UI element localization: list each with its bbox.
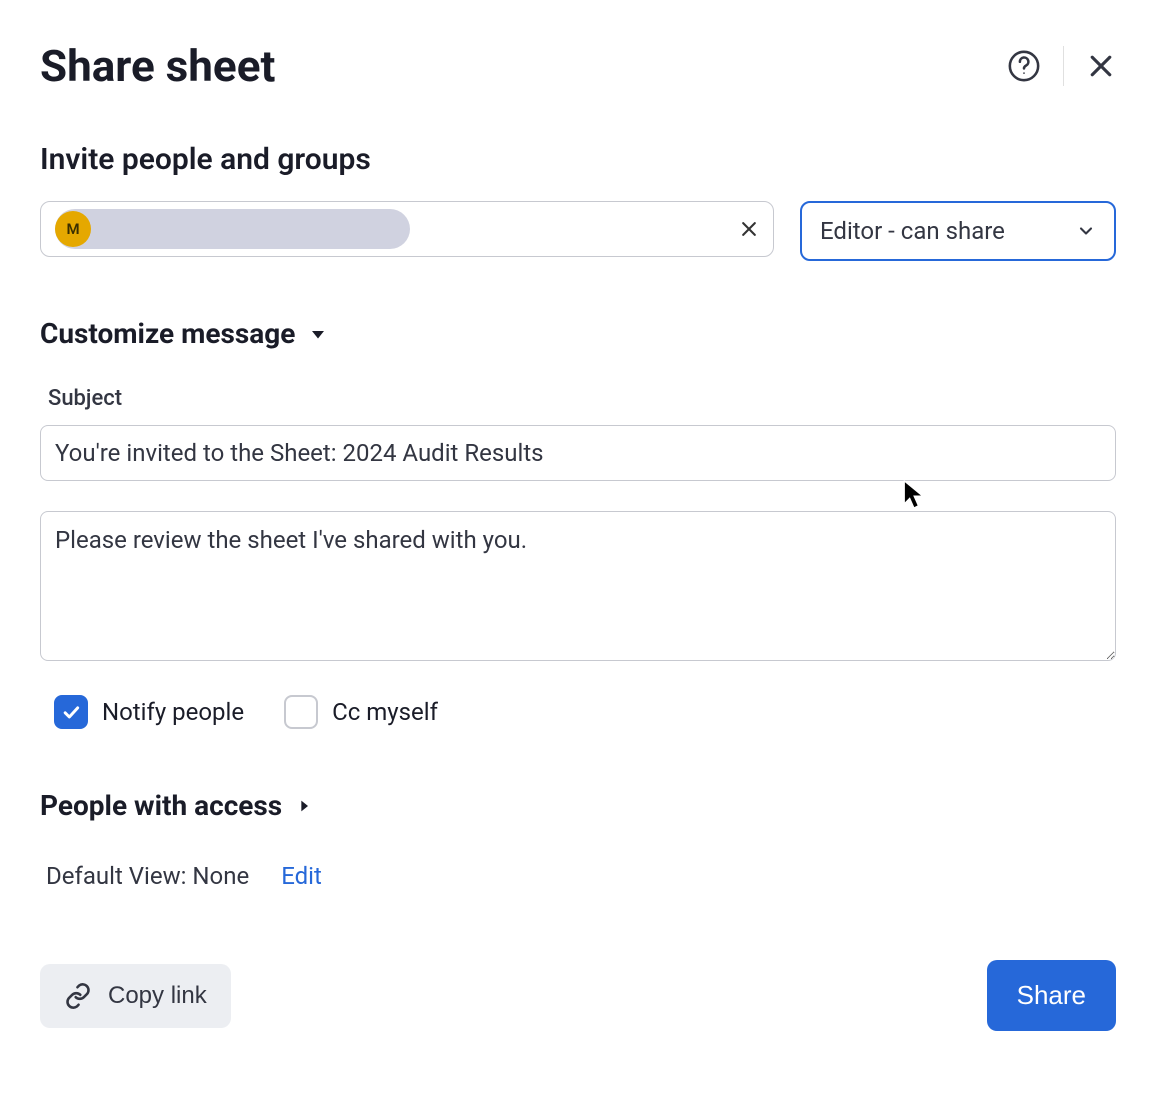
role-select[interactable]: Editor - can share xyxy=(800,201,1116,261)
cc-myself-checkbox[interactable]: Cc myself xyxy=(284,695,438,729)
edit-default-view-link[interactable]: Edit xyxy=(281,862,322,890)
role-select-label: Editor - can share xyxy=(820,217,1005,245)
default-view-row: Default View: None Edit xyxy=(46,862,1116,890)
checkbox-box xyxy=(284,695,318,729)
header-divider xyxy=(1063,46,1064,86)
notify-label: Notify people xyxy=(102,698,244,726)
access-heading: People with access xyxy=(40,789,282,822)
copy-link-button[interactable]: Copy link xyxy=(40,964,231,1028)
share-button[interactable]: Share xyxy=(987,960,1116,1031)
check-icon xyxy=(61,702,81,722)
dialog-title: Share sheet xyxy=(40,40,275,92)
link-icon xyxy=(64,982,92,1010)
help-icon xyxy=(1007,49,1041,83)
x-icon xyxy=(739,219,759,239)
invite-heading: Invite people and groups xyxy=(40,142,1116,177)
help-button[interactable] xyxy=(1007,49,1041,83)
chevron-down-icon xyxy=(1076,221,1096,241)
checkbox-row: Notify people Cc myself xyxy=(54,695,1116,729)
caret-right-icon xyxy=(296,798,312,814)
subject-label: Subject xyxy=(48,386,1116,411)
invite-row: M Editor - can share xyxy=(40,201,1116,261)
notify-people-checkbox[interactable]: Notify people xyxy=(54,695,244,729)
avatar: M xyxy=(55,211,91,247)
clear-input-button[interactable] xyxy=(739,219,759,239)
default-view-label: Default View: None xyxy=(46,862,249,890)
dialog-header: Share sheet xyxy=(40,40,1116,92)
close-icon xyxy=(1086,51,1116,81)
dialog-footer: Copy link Share xyxy=(40,960,1116,1031)
people-with-access-toggle[interactable]: People with access xyxy=(40,789,1116,822)
copy-link-label: Copy link xyxy=(108,982,207,1010)
caret-down-icon xyxy=(309,325,327,343)
person-chip[interactable]: M xyxy=(55,211,91,247)
customize-heading: Customize message xyxy=(40,317,295,350)
cc-label: Cc myself xyxy=(332,698,438,726)
customize-message-toggle[interactable]: Customize message xyxy=(40,317,1116,350)
header-actions xyxy=(1007,46,1116,86)
checkbox-box xyxy=(54,695,88,729)
mouse-cursor xyxy=(903,480,925,510)
invite-section: Invite people and groups M Editor - can … xyxy=(40,142,1116,261)
close-button[interactable] xyxy=(1086,51,1116,81)
subject-input[interactable] xyxy=(40,425,1116,481)
message-textarea[interactable] xyxy=(40,511,1116,661)
people-input[interactable]: M xyxy=(40,201,774,257)
